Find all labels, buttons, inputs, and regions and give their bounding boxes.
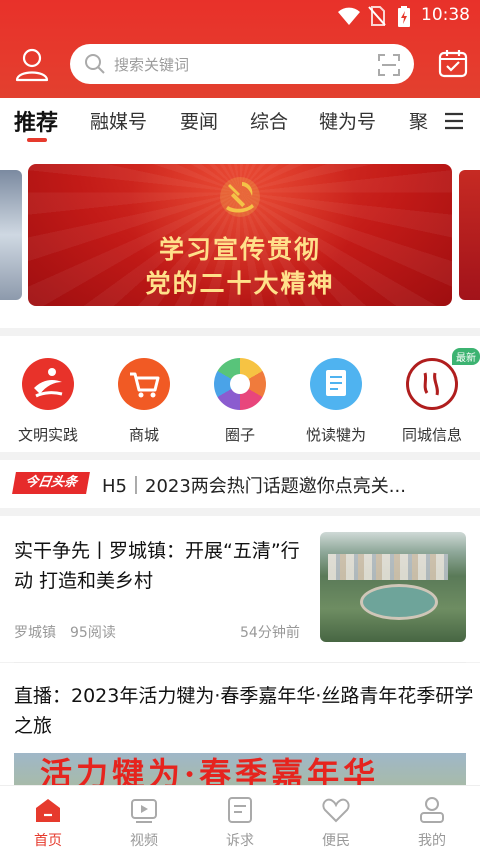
scan-icon[interactable] [378, 54, 400, 76]
nav-label: 视频 [130, 833, 158, 849]
news-item[interactable]: 直播：2023年活力犍为·春季嘉年华·丝路青年花季研学之旅 活力犍为·春季嘉年华 [0, 663, 480, 789]
battery-icon [398, 6, 410, 27]
video-icon [131, 799, 157, 823]
banner-slide[interactable]: 学习宣传贯彻 党的二十大精神 [28, 164, 452, 306]
nav-convenience[interactable]: 便民 [288, 786, 384, 853]
nav-profile[interactable]: 我的 [384, 786, 480, 853]
quick-link-label: 圈子 [224, 426, 255, 444]
nav-home[interactable]: 首页 [0, 786, 96, 853]
status-bar: 10:38 [0, 0, 480, 32]
status-time: 10:38 [421, 5, 470, 25]
home-icon [36, 799, 60, 822]
seal-icon [406, 358, 458, 410]
document-icon [310, 358, 362, 410]
banner-carousel: 学习宣传贯彻 党的二十大精神 [0, 148, 480, 328]
nav-label: 我的 [418, 833, 446, 849]
quick-link-label: 商城 [128, 426, 159, 444]
nav-video[interactable]: 视频 [96, 786, 192, 853]
tab-qianwei[interactable]: 犍为号 [319, 107, 376, 134]
thumbnail-pond [360, 584, 438, 620]
tab-media[interactable]: 融媒号 [90, 107, 147, 134]
thumbnail-houses [328, 554, 448, 580]
aperture-icon [214, 358, 266, 410]
tab-general[interactable]: 综合 [250, 107, 288, 134]
party-emblem-icon [220, 177, 260, 217]
news-item[interactable]: 实干争先丨罗城镇：开展“五清”行动 打造和美乡村 罗城镇 95阅读 54分钟前 [0, 516, 480, 662]
search-bar[interactable]: 搜索关键词 [70, 44, 414, 84]
quick-link-circle[interactable]: 圈子 [192, 336, 288, 452]
active-tab-indicator [27, 138, 47, 142]
channel-tabs: 推荐 融媒号 要闻 综合 犍为号 聚 [0, 98, 480, 148]
wifi-icon [338, 7, 360, 25]
news-views: 95阅读 [70, 625, 116, 641]
calendar-checkin-icon[interactable] [438, 48, 468, 78]
request-icon [228, 797, 252, 823]
cart-icon [118, 358, 170, 410]
tab-news[interactable]: 要闻 [180, 107, 218, 134]
search-placeholder[interactable]: 搜索关键词 [114, 54, 189, 75]
user-profile-icon[interactable] [14, 46, 50, 82]
news-title[interactable]: 实干争先丨罗城镇：开展“五清”行动 打造和美乡村 [14, 536, 304, 596]
news-time: 54分钟前 [240, 625, 300, 641]
no-sim-icon [368, 6, 386, 26]
nav-label: 诉求 [226, 833, 254, 849]
banner-prev-slide[interactable] [0, 170, 22, 300]
headline-ticker[interactable]: 今日头条 H5｜2023两会热门话题邀你点亮关... [0, 460, 480, 508]
banner-next-slide[interactable] [459, 170, 480, 300]
news-title[interactable]: 直播：2023年活力犍为·春季嘉年华·丝路青年花季研学之旅 [14, 681, 474, 741]
quick-link-civilization[interactable]: 文明实践 [0, 336, 96, 452]
menu-icon[interactable] [443, 111, 465, 131]
bottom-navigation: 首页 视频 诉求 便民 我的 [0, 785, 480, 853]
cover-image-text: 活力犍为·春季嘉年华 [40, 755, 380, 789]
news-meta: 罗城镇 95阅读 [14, 622, 116, 642]
quick-link-mall[interactable]: 商城 [96, 336, 192, 452]
search-icon [85, 54, 105, 74]
headline-text[interactable]: H5｜2023两会热门话题邀你点亮关... [102, 472, 472, 498]
news-cover-image[interactable]: 活力犍为·春季嘉年华 [14, 753, 466, 789]
banner-line2: 党的二十大精神 [145, 269, 335, 298]
tab-more-partial[interactable]: 聚 [409, 107, 428, 134]
news-thumbnail[interactable] [320, 532, 466, 642]
new-badge: 最新 [452, 348, 480, 365]
nav-label: 首页 [34, 833, 62, 849]
quick-link-label: 同城信息 [401, 426, 462, 444]
banner-line1: 学习宣传贯彻 [158, 235, 321, 264]
nav-label: 便民 [322, 833, 350, 849]
news-source: 罗城镇 [14, 625, 56, 641]
today-headline-logo: 今日头条 [12, 472, 90, 494]
quick-link-label: 悦读犍为 [305, 426, 366, 444]
tab-recommend[interactable]: 推荐 [14, 105, 58, 137]
nav-request[interactable]: 诉求 [192, 786, 288, 853]
top-header: 10:38 搜索关键词 [0, 0, 480, 98]
civilization-icon [22, 358, 74, 410]
quick-links: 文明实践 商城 圈子 悦读犍为 同城信息 [0, 336, 480, 452]
quick-link-label: 文明实践 [17, 426, 78, 444]
profile-icon [420, 797, 444, 823]
quick-link-reading[interactable]: 悦读犍为 [288, 336, 384, 452]
heart-icon [322, 798, 350, 823]
